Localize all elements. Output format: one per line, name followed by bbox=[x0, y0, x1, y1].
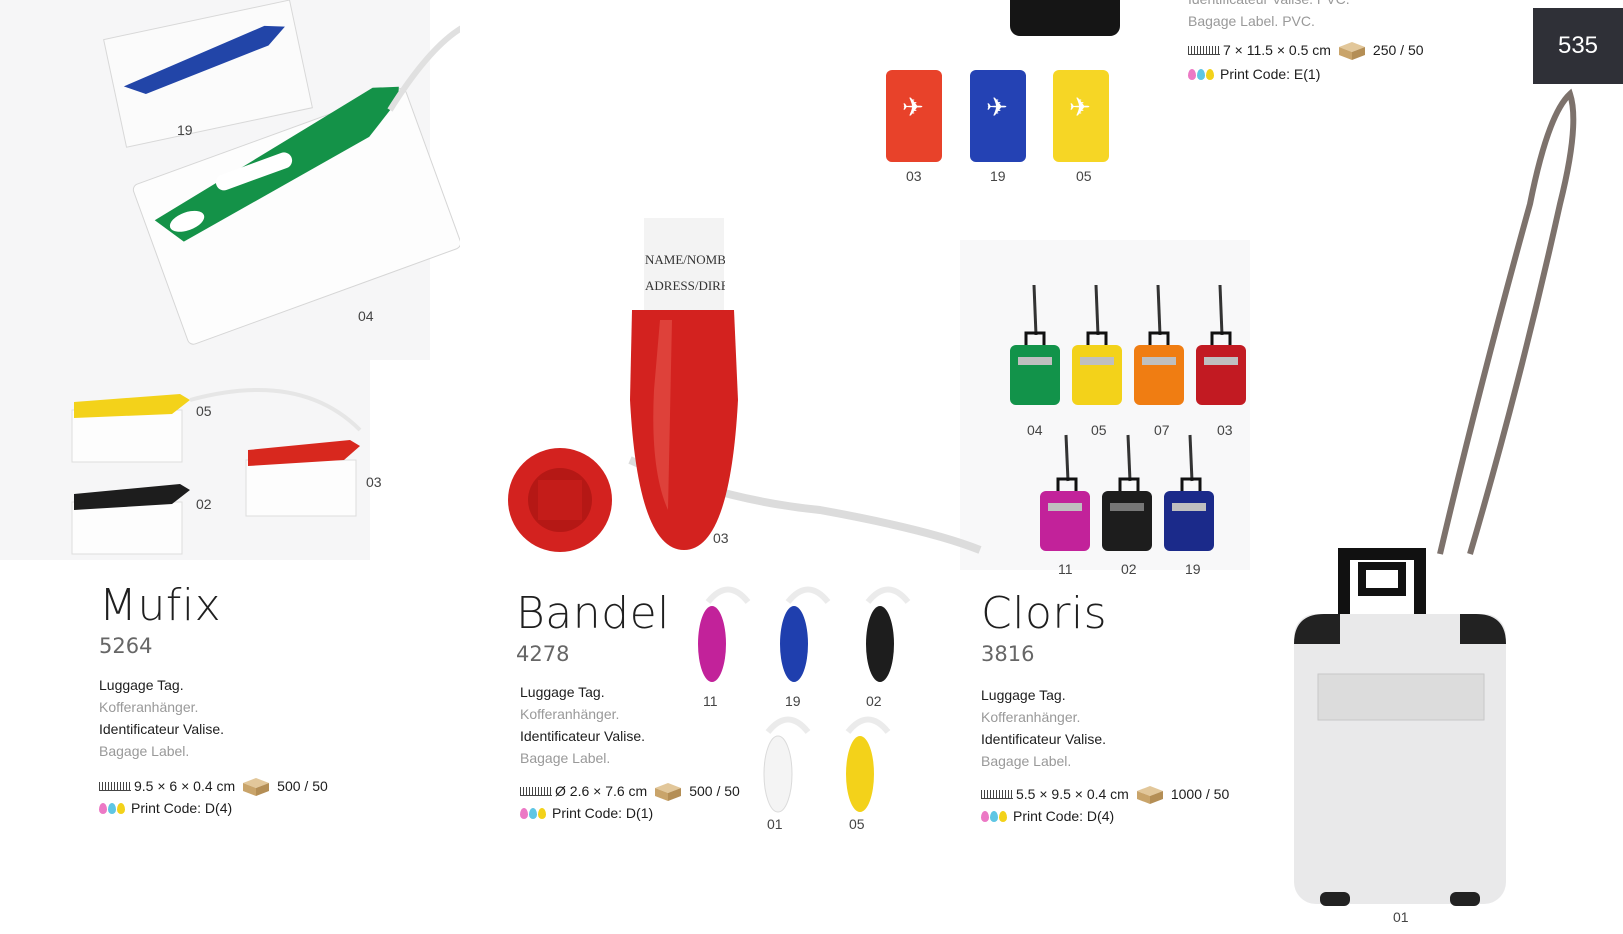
desc-line: Luggage Tag. bbox=[520, 684, 605, 700]
desc-line: Bagage Label. PVC. bbox=[1188, 13, 1315, 29]
desc-line: Identificateur Valise. PVC. bbox=[1188, 0, 1350, 10]
variant-label: 02 bbox=[196, 496, 212, 512]
print-line: Print Code: D(4) bbox=[99, 800, 232, 816]
dimensions: 7 × 11.5 × 0.5 cm bbox=[1223, 42, 1331, 58]
desc-line: Identificateur Valise. bbox=[981, 731, 1107, 747]
variant-label: 01 bbox=[1393, 909, 1409, 925]
dimensions: 9.5 × 6 × 0.4 cm bbox=[134, 778, 236, 794]
variant-label: 19 bbox=[177, 122, 193, 138]
print-line: Print Code: D(1) bbox=[520, 805, 653, 821]
desc-line: Bagage Label. bbox=[520, 750, 611, 766]
luggage-tag-02 bbox=[1102, 434, 1152, 551]
desc-line: Luggage Tag. bbox=[99, 677, 184, 693]
carton-box-icon bbox=[1338, 42, 1365, 60]
carton-box-icon bbox=[655, 783, 682, 801]
luggage-tag-19 bbox=[1164, 434, 1214, 551]
bandel-product-image bbox=[508, 218, 982, 554]
product-name: Bandel bbox=[516, 588, 670, 639]
variant-label: 05 bbox=[196, 403, 212, 419]
variant-label: 19 bbox=[785, 693, 801, 709]
cloris-main-image bbox=[1294, 88, 1577, 906]
desc-line: Identificateur Valise. bbox=[520, 728, 646, 744]
variant-label: 03 bbox=[366, 474, 382, 490]
top-product-print-line: Print Code: E(1) bbox=[1188, 66, 1320, 82]
print-code: Print Code: D(4) bbox=[1013, 808, 1115, 824]
top-product-black-tag bbox=[1010, 0, 1120, 36]
desc-line: Kofferanhänger. bbox=[99, 699, 199, 715]
print-code: Print Code: D(4) bbox=[131, 800, 233, 816]
top-product-spec-line: 7 × 11.5 × 0.5 cm 250 / 50 bbox=[1188, 40, 1424, 60]
print-code: Print Code: E(1) bbox=[1220, 66, 1321, 82]
plane-icon: ✈ bbox=[1069, 92, 1091, 122]
label-text: NAME/NOMBRE bbox=[645, 252, 725, 267]
plane-icon: ✈ bbox=[986, 92, 1008, 122]
variant-label: 05 bbox=[1091, 422, 1107, 438]
variant-label: 02 bbox=[1121, 561, 1137, 577]
ruler-icon bbox=[981, 789, 1013, 799]
ruler-icon bbox=[99, 781, 131, 791]
variant-label: 05 bbox=[1076, 168, 1092, 184]
ruler-icon bbox=[1188, 45, 1220, 55]
variant-label: 03 bbox=[906, 168, 922, 184]
variant-label: 05 bbox=[849, 816, 865, 832]
dimensions: 5.5 × 9.5 × 0.4 cm bbox=[1016, 786, 1129, 802]
packing: 250 / 50 bbox=[1372, 42, 1424, 58]
bandel-label-card: NAME/NOMBRE ADRESS/DIRECC bbox=[645, 247, 725, 299]
packing: 500 / 50 bbox=[277, 778, 328, 794]
spec-line: 9.5 × 6 × 0.4 cm 500 / 50 bbox=[99, 776, 328, 796]
ink-drops-icon bbox=[1188, 68, 1215, 80]
variant-label: 19 bbox=[990, 168, 1006, 184]
spec-line: 5.5 × 9.5 × 0.4 cm 1000 / 50 bbox=[981, 784, 1229, 804]
variant-label: 19 bbox=[1185, 561, 1201, 577]
desc-line: Bagage Label. bbox=[99, 743, 190, 759]
product-code: 4278 bbox=[516, 642, 570, 666]
product-name: Mufix bbox=[99, 580, 222, 631]
ink-drops-icon bbox=[99, 802, 126, 814]
product-description: Luggage Tag. Kofferanhänger. Identificat… bbox=[981, 684, 1106, 772]
luggage-tag-05 bbox=[1072, 285, 1122, 405]
variant-label: 04 bbox=[358, 308, 374, 324]
variant-label: 03 bbox=[713, 530, 729, 546]
variant-label: 11 bbox=[703, 693, 718, 709]
variant-label: 02 bbox=[866, 693, 882, 709]
product-code: 3816 bbox=[981, 642, 1035, 666]
print-line: Print Code: D(4) bbox=[981, 808, 1114, 824]
dimensions: Ø 2.6 × 7.6 cm bbox=[555, 783, 648, 799]
ink-drops-icon bbox=[981, 810, 1008, 822]
desc-line: Kofferanhänger. bbox=[981, 709, 1081, 725]
product-description: Luggage Tag. Kofferanhänger. Identificat… bbox=[520, 681, 645, 769]
luggage-tag-11 bbox=[1040, 434, 1090, 551]
packing: 1000 / 50 bbox=[1170, 786, 1230, 802]
variant-label: 07 bbox=[1154, 422, 1170, 438]
carton-box-icon bbox=[243, 778, 270, 796]
print-code: Print Code: D(1) bbox=[552, 805, 654, 821]
carton-box-icon bbox=[1136, 786, 1163, 804]
plane-icon: ✈ bbox=[902, 92, 924, 122]
mufix-product-image bbox=[103, 0, 460, 345]
spec-line: Ø 2.6 × 7.6 cm 500 / 50 bbox=[520, 781, 740, 801]
label-text: ADRESS/DIRECC bbox=[645, 278, 725, 293]
luggage-tag-03 bbox=[1196, 285, 1246, 405]
luggage-tag-07 bbox=[1134, 285, 1184, 405]
product-name: Cloris bbox=[981, 588, 1108, 639]
desc-line: Luggage Tag. bbox=[981, 687, 1066, 703]
desc-line: Bagage Label. bbox=[981, 753, 1072, 769]
packing: 500 / 50 bbox=[689, 783, 740, 799]
ruler-icon bbox=[520, 786, 552, 796]
mufix-variants-image bbox=[71, 388, 362, 555]
ink-drops-icon bbox=[520, 807, 547, 819]
desc-line: Identificateur Valise. bbox=[99, 721, 225, 737]
product-description: Luggage Tag. Kofferanhänger. Identificat… bbox=[99, 674, 224, 762]
luggage-tag-04 bbox=[1010, 285, 1060, 405]
top-product-description: Identificateur Valise. PVC. Bagage Label… bbox=[1188, 0, 1350, 32]
page-number: 535 bbox=[1533, 8, 1623, 84]
product-code: 5264 bbox=[99, 634, 153, 658]
variant-label: 03 bbox=[1217, 422, 1233, 438]
desc-line: Kofferanhänger. bbox=[520, 706, 620, 722]
variant-label: 11 bbox=[1058, 561, 1073, 577]
variant-label: 04 bbox=[1027, 422, 1043, 438]
variant-label: 01 bbox=[767, 816, 783, 832]
